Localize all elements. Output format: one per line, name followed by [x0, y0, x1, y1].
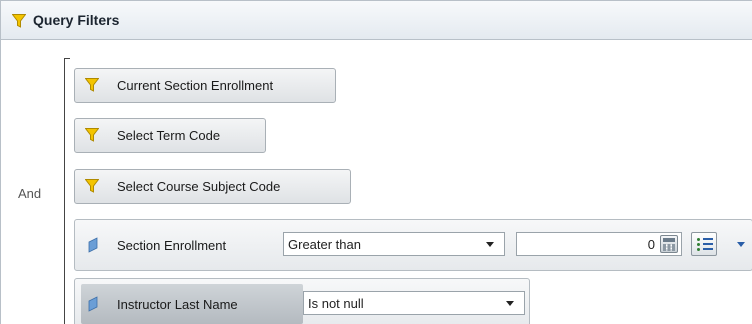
object-icon	[88, 296, 98, 315]
filter-current-section-enrollment[interactable]: Current Section Enrollment	[74, 68, 336, 103]
filter-select-course-subject-code[interactable]: Select Course Subject Code	[74, 169, 351, 204]
operator-select[interactable]: Greater than	[283, 232, 505, 256]
operand-value-input[interactable]	[516, 232, 682, 256]
chevron-down-icon[interactable]	[735, 236, 747, 252]
filter-label: Current Section Enrollment	[117, 78, 274, 93]
condition-object-label[interactable]: Instructor Last Name	[117, 297, 238, 312]
operator-select-value: Greater than	[288, 237, 361, 252]
funnel-icon	[84, 128, 100, 145]
panel-header: Query Filters	[1, 1, 752, 40]
query-filters-panel: Query Filters And Current Section Enroll…	[0, 0, 752, 324]
chevron-down-icon	[506, 301, 514, 306]
value-list-button[interactable]	[691, 232, 717, 256]
funnel-icon	[11, 14, 27, 31]
funnel-icon	[84, 78, 100, 95]
filter-label: Select Course Subject Code	[117, 179, 281, 194]
condition-row-instructor-last-name: Instructor Last Name Is not null	[74, 278, 530, 324]
logical-operator-label[interactable]: And	[18, 186, 41, 201]
panel-title: Query Filters	[33, 12, 120, 28]
condition-row-section-enrollment: Section Enrollment Greater than	[74, 219, 752, 271]
funnel-icon	[84, 179, 100, 196]
filter-label: Select Term Code	[117, 128, 221, 143]
operator-bracket	[64, 58, 70, 324]
filter-select-term-code[interactable]: Select Term Code	[74, 118, 266, 153]
operator-select[interactable]: Is not null	[303, 291, 525, 315]
operator-select-value: Is not null	[308, 296, 364, 311]
chevron-down-icon	[486, 242, 494, 247]
object-icon	[88, 237, 98, 256]
condition-object-label[interactable]: Section Enrollment	[117, 238, 226, 253]
calculator-icon[interactable]	[660, 235, 678, 253]
